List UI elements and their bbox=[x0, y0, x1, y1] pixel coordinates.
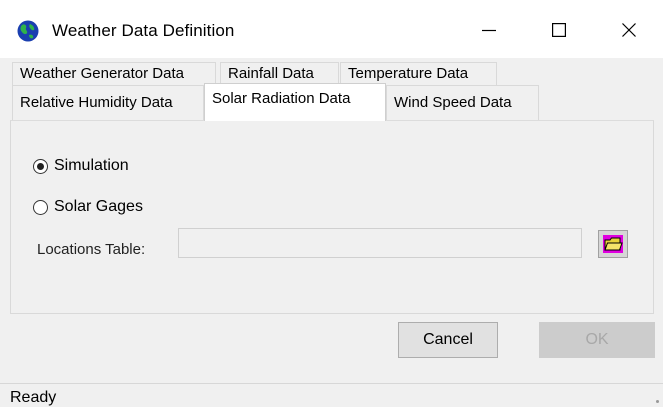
maximize-icon bbox=[552, 23, 566, 37]
locations-table-label: Locations Table: bbox=[37, 241, 146, 258]
tab-relative-humidity-data[interactable]: Relative Humidity Data bbox=[12, 85, 204, 120]
status-bar: Ready bbox=[0, 383, 663, 407]
locations-table-input[interactable] bbox=[178, 228, 582, 258]
close-icon bbox=[622, 23, 636, 37]
close-button[interactable] bbox=[606, 8, 652, 52]
browse-folder-button[interactable] bbox=[598, 230, 628, 258]
radio-simulation[interactable]: Simulation bbox=[33, 157, 129, 175]
tab-solar-radiation-data[interactable]: Solar Radiation Data bbox=[204, 83, 386, 121]
globe-icon bbox=[17, 20, 39, 42]
radio-solar-gages[interactable]: Solar Gages bbox=[33, 198, 143, 216]
radio-circle[interactable] bbox=[33, 199, 48, 215]
dialog-window: Weather Data Definition Weather Generato… bbox=[0, 0, 663, 407]
radio-label: Simulation bbox=[54, 157, 129, 174]
maximize-button[interactable] bbox=[536, 8, 582, 52]
solar-radiation-panel: Simulation Solar Gages Locations Table: bbox=[10, 120, 654, 314]
radio-selected-dot bbox=[37, 162, 44, 170]
ok-button[interactable]: OK bbox=[539, 322, 655, 358]
tab-strip: Weather Generator Data Rainfall Data Tem… bbox=[0, 58, 663, 121]
tab-weather-generator-data[interactable]: Weather Generator Data bbox=[12, 62, 216, 85]
status-text: Ready bbox=[10, 389, 57, 406]
radio-label: Solar Gages bbox=[54, 198, 143, 215]
minimize-button[interactable] bbox=[466, 8, 512, 52]
radio-circle[interactable] bbox=[33, 158, 48, 174]
resize-grip[interactable] bbox=[656, 400, 659, 403]
window-title: Weather Data Definition bbox=[52, 21, 235, 40]
tab-wind-speed-data[interactable]: Wind Speed Data bbox=[386, 85, 539, 120]
folder-icon bbox=[603, 235, 623, 253]
tab-rainfall-data[interactable]: Rainfall Data bbox=[220, 62, 339, 85]
minimize-icon bbox=[482, 29, 496, 32]
title-bar: Weather Data Definition bbox=[0, 0, 663, 58]
tab-temperature-data[interactable]: Temperature Data bbox=[340, 62, 497, 85]
cancel-button[interactable]: Cancel bbox=[398, 322, 498, 358]
